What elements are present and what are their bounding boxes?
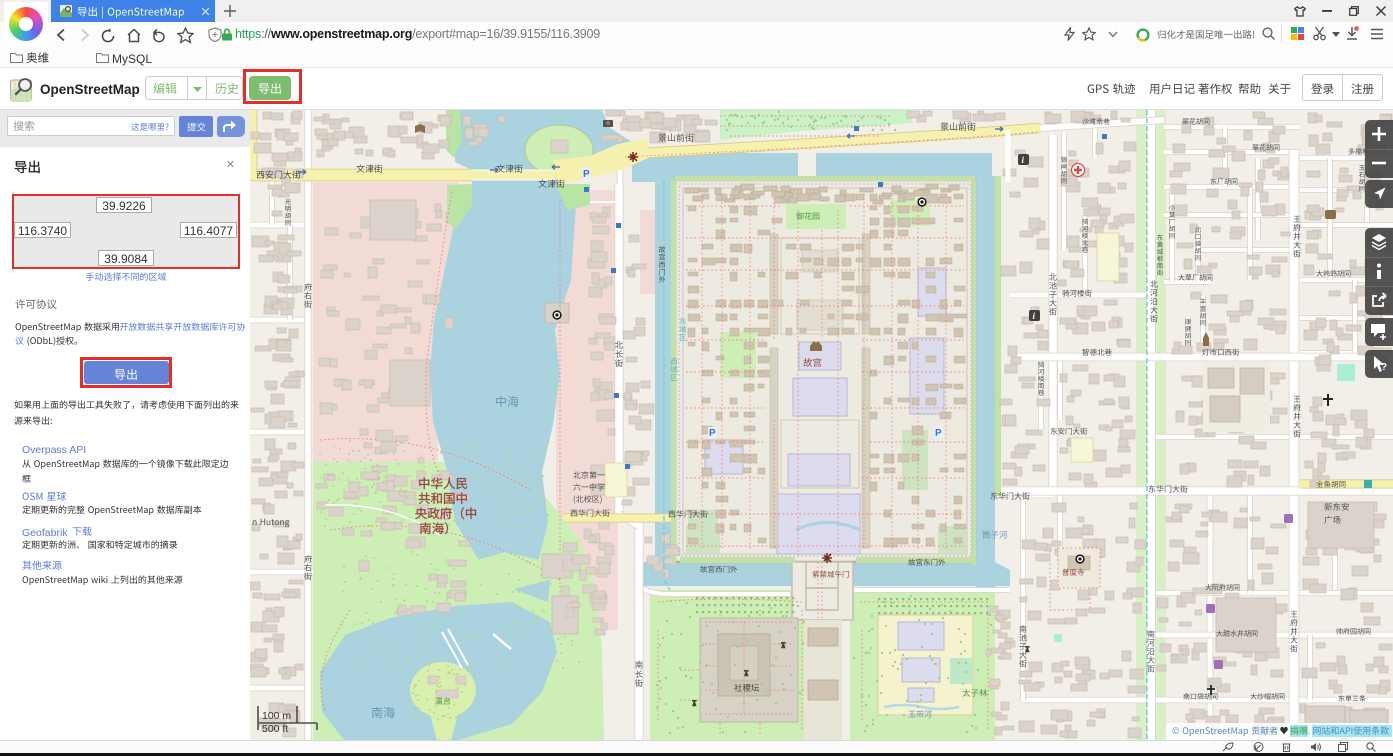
svg-text:?: ?	[1381, 362, 1387, 373]
svg-text:P: P	[935, 428, 942, 439]
svg-text:P: P	[583, 169, 590, 180]
svg-text:P: P	[709, 428, 716, 439]
svg-text:100 m: 100 m	[262, 710, 291, 722]
svg-text:500 ft: 500 ft	[262, 723, 288, 735]
